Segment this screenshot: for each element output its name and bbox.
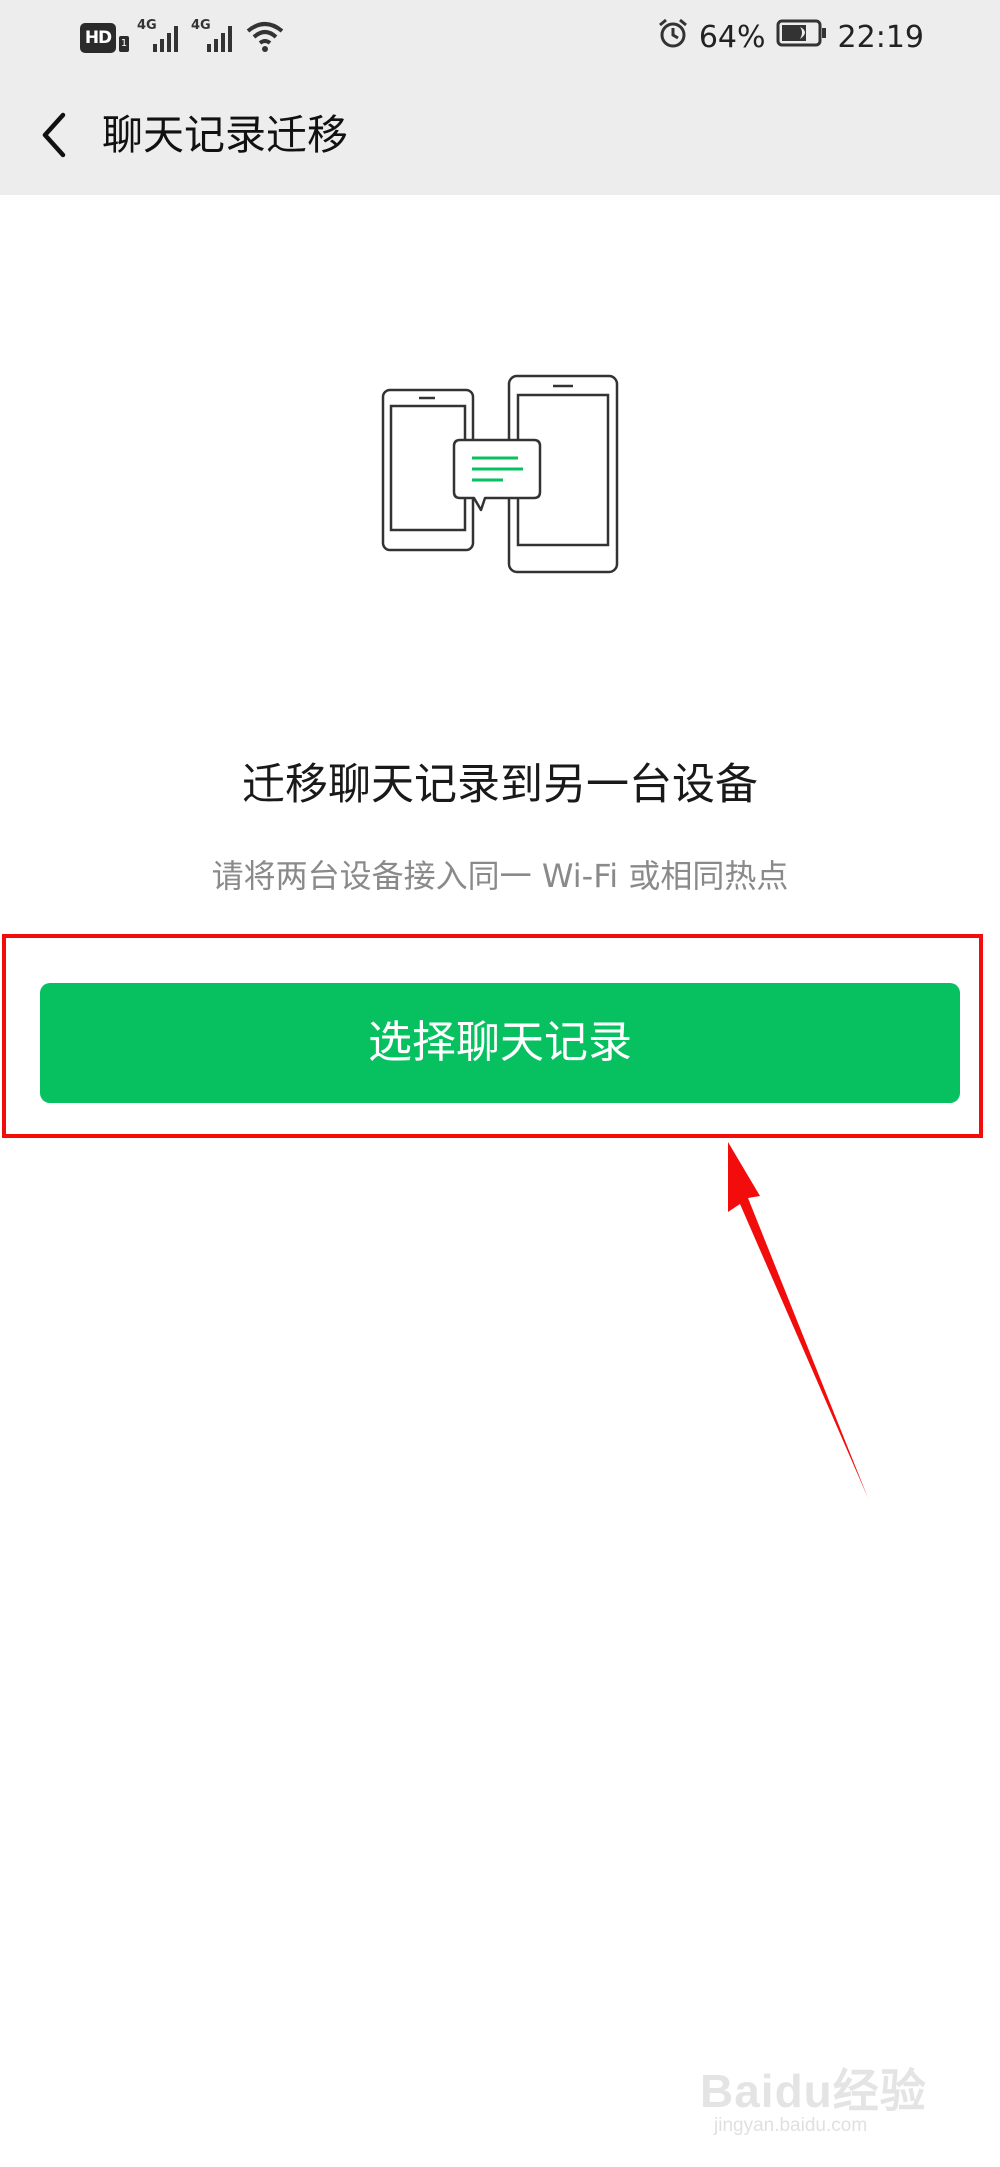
watermark-brand: Baidu经验 [700, 2065, 927, 2117]
page-title: 聊天记录迁移 [102, 111, 348, 159]
signal-icon: 4G [137, 18, 183, 58]
back-button[interactable] [22, 103, 86, 167]
signal-icon: 4G [191, 18, 237, 58]
wifi-instruction: 请将两台设备接入同一 Wi-Fi 或相同热点 [211, 857, 789, 895]
nav-bar: 聊天记录迁移 [0, 75, 1000, 195]
volte-icon: 1 [119, 36, 129, 52]
watermark-site: jingyan.baidu.com [714, 2115, 868, 2136]
chevron-left-icon [42, 112, 66, 158]
status-time: 22:19 [837, 19, 924, 55]
status-right: 64% 22:19 [657, 14, 924, 60]
hd-icon: HD [80, 23, 116, 53]
select-chat-records-button[interactable]: 选择聊天记录 [40, 983, 960, 1103]
annotation-arrow-icon [700, 1140, 880, 1500]
baidu-watermark: Baidu经验 jingyan.baidu.com [700, 2055, 960, 2145]
battery-percent: 64% [698, 19, 766, 55]
screen: HD 1 4G 4G 64% 22:19 聊天记录迁移 迁移聊天记录到另一台设备… [0, 0, 1000, 2167]
alarm-icon [657, 17, 689, 57]
two-phones-chat-icon [375, 368, 625, 578]
migrate-headline: 迁移聊天记录到另一台设备 [242, 760, 758, 810]
wifi-icon [245, 19, 285, 57]
status-bar: HD 1 4G 4G 64% 22:19 [0, 0, 1000, 75]
status-left: HD 1 4G 4G [80, 18, 285, 58]
battery-icon [776, 18, 828, 56]
